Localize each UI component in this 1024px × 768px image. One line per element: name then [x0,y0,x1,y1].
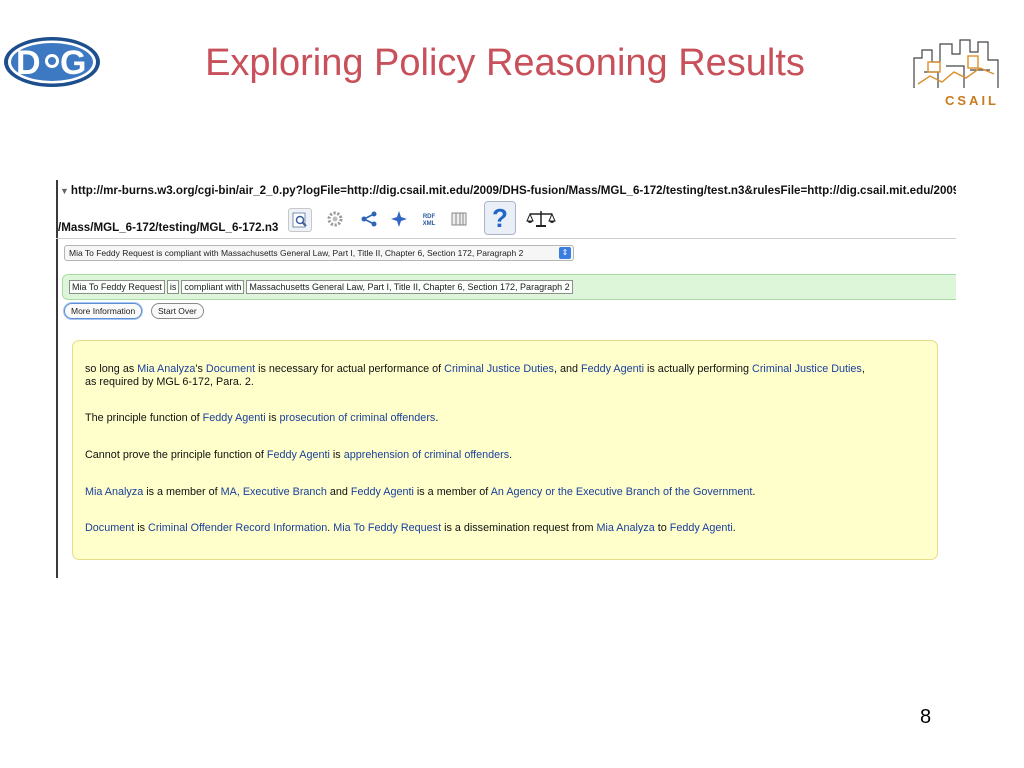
link-prosecution[interactable]: prosecution of criminal offenders [279,412,435,424]
statement-tokens: Mia To Feddy Request is compliant with Mass… [69,280,575,294]
text: and [326,486,351,498]
tabulator-app: ▼ http://mr-burns.w3.org/cgi-bin/air_2_0.… [56,180,956,578]
text: Cannot prove the principle function of [85,449,267,461]
link-feddy-agenti[interactable]: Feddy Agenti [203,412,266,424]
sparkle-icon[interactable] [388,208,410,230]
link-mia-analyza[interactable]: Mia Analyza [597,522,655,534]
table-icon[interactable] [448,208,470,230]
text: The principle function of [85,412,203,424]
text: , [861,363,865,375]
link-criminal-justice-duties[interactable]: Criminal Justice Duties [752,363,862,375]
token-subject[interactable]: Mia To Feddy Request [69,280,165,294]
link-document[interactable]: Document [85,522,134,534]
text: 's [195,363,206,375]
csail-wordmark: CSAIL [945,93,999,108]
text: as required by MGL 6-172, Para. 2. [85,376,254,388]
toolbar-divider [56,238,956,239]
link-mia-analyza[interactable]: Mia Analyza [85,486,143,498]
text: is [265,412,280,424]
dig-logo: D G [4,37,100,87]
explanation-para-4: Mia Analyza is a member of MA, Executive… [85,486,925,499]
text: to [654,522,670,534]
justification-select-value: Mia To Feddy Request is compliant with M… [69,248,524,258]
token-is[interactable]: is [166,280,180,294]
link-ma-executive-branch[interactable]: MA, Executive Branch [221,486,327,498]
text: is [134,522,149,534]
text: is a dissemination request from [441,522,597,534]
explanation-para-5: Document is Criminal Offender Record Inf… [85,522,925,535]
link-criminal-justice-duties[interactable]: Criminal Justice Duties [444,363,554,375]
text: is actually performing [644,363,753,375]
text: is [329,449,344,461]
link-feddy-agenti[interactable]: Feddy Agenti [351,486,414,498]
svg-text:D: D [16,44,41,82]
text: . [509,449,513,461]
svg-text:G: G [60,44,86,82]
link-apprehension[interactable]: apprehension of criminal offenders [344,449,509,461]
rdf-label: RDF [423,214,436,220]
rdf-xml-icon[interactable]: RDF XML [418,208,440,230]
link-document[interactable]: Document [206,363,255,375]
text: . [435,412,439,424]
scales-icon[interactable] [526,208,556,230]
more-information-button[interactable]: More Information [64,303,143,319]
share-graph-icon[interactable] [358,208,380,230]
text: . [732,522,736,534]
link-cori[interactable]: Criminal Offender Record Information [148,522,327,534]
text: is a member of [143,486,221,498]
url-line-1[interactable]: ▼ http://mr-burns.w3.org/cgi-bin/air_2_0.… [60,184,956,197]
link-feddy-agenti[interactable]: Feddy Agenti [670,522,733,534]
link-feddy-agenti[interactable]: Feddy Agenti [581,363,644,375]
token-predicate[interactable]: compliant with [181,280,245,294]
token-object[interactable]: Massachusetts General Law, Part I, Title… [246,280,573,294]
text: . [752,486,756,498]
url-line-2[interactable]: /Mass/MGL_6-172/testing/MGL_6-172.n3 [58,221,278,234]
start-over-button[interactable]: Start Over [151,303,204,319]
justification-select[interactable]: Mia To Feddy Request is compliant with M… [64,245,574,261]
select-stepper-icon[interactable]: ⇕ [559,247,571,259]
link-mia-analyza[interactable]: Mia Analyza [137,363,195,375]
slide-title: Exploring Policy Reasoning Results [205,42,805,84]
statement-bar: Mia To Feddy Request is compliant with Mass… [62,274,956,300]
magnifier-icon[interactable] [288,208,312,232]
explanation-panel: so long as Mia Analyza's Document is nec… [72,340,938,560]
gear-icon[interactable] [324,208,346,230]
link-feddy-agenti[interactable]: Feddy Agenti [267,449,330,461]
explanation-para-3: Cannot prove the principle function of F… [85,449,925,462]
link-mia-to-feddy-request[interactable]: Mia To Feddy Request [333,522,441,534]
text: is a member of [413,486,491,498]
page-number: 8 [920,706,932,728]
url-text-1: http://mr-burns.w3.org/cgi-bin/air_2_0.p… [70,184,956,197]
text: so long as [85,363,138,375]
disclosure-triangle-icon[interactable]: ▼ [60,186,69,196]
link-agency-executive-branch[interactable]: An Agency or the Executive Branch of the… [491,486,753,498]
text: is necessary for actual performance of [255,363,445,375]
help-icon[interactable]: ? [484,201,516,235]
text: , and [553,363,581,375]
explanation-para-1: so long as Mia Analyza's Document is nec… [85,363,925,389]
xml-label: XML [423,221,436,227]
explanation-para-2: The principle function of Feddy Agenti i… [85,412,925,425]
